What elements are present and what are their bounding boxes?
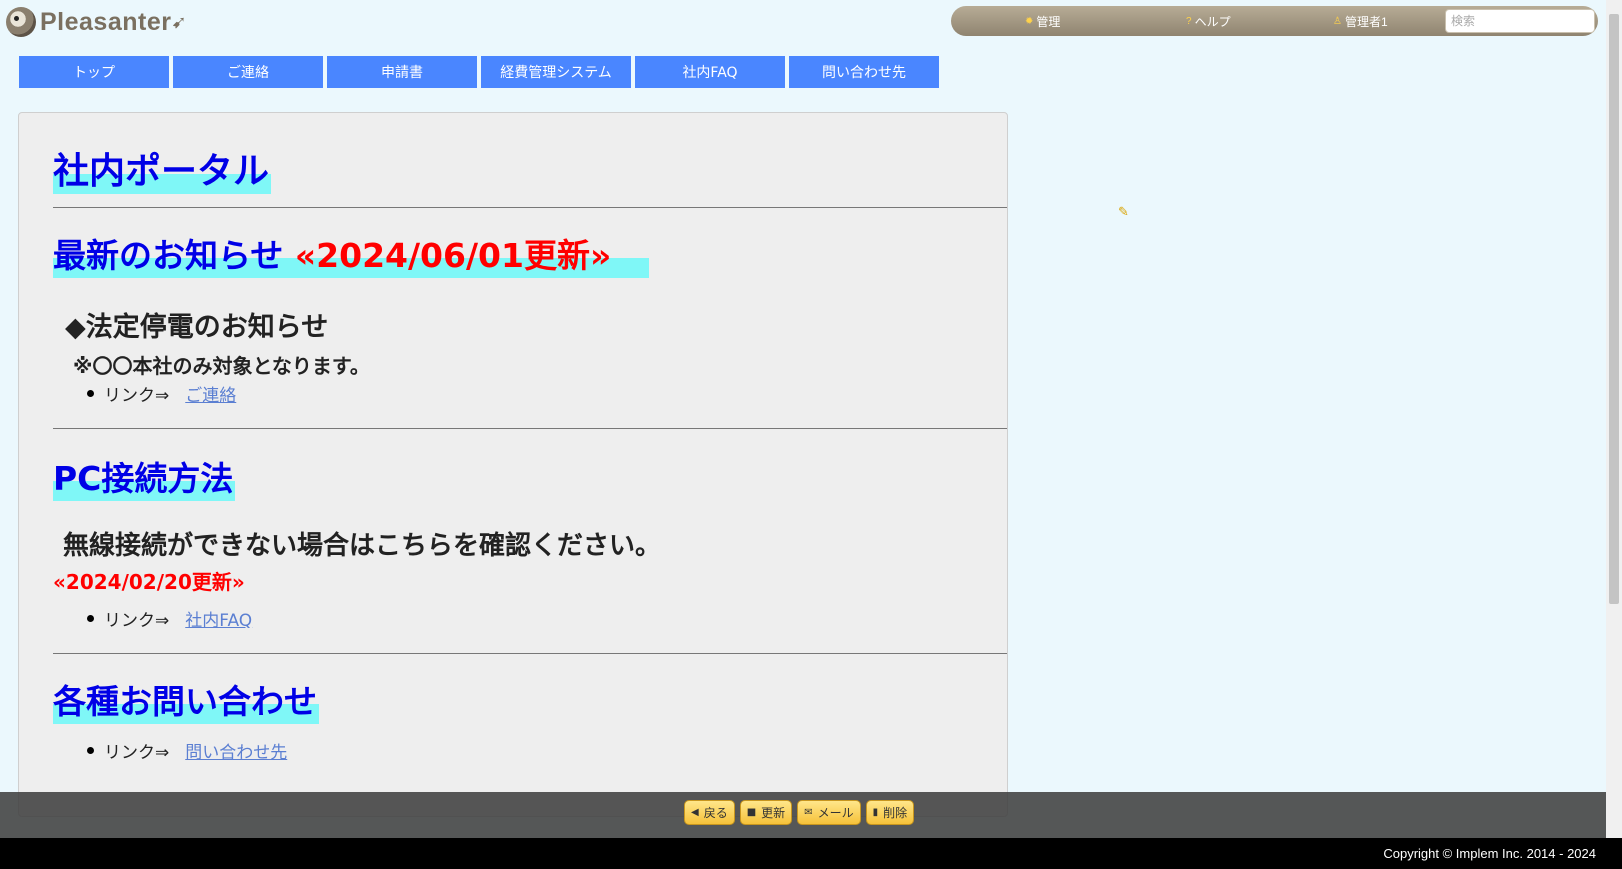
- user-menu[interactable]: ♙ 管理者1: [1333, 13, 1388, 30]
- menu-item-expense-system[interactable]: 経費管理システム: [481, 56, 631, 88]
- list-item: リンク⇒ 社内FAQ: [87, 606, 252, 631]
- news-note: ※〇〇本社のみ対象となります。: [73, 354, 370, 378]
- back-label: 戻る: [703, 806, 728, 820]
- list-item: リンク⇒ ご連絡: [87, 381, 236, 406]
- mail-icon: ✉: [804, 807, 813, 818]
- user-icon: ♙: [1333, 16, 1342, 27]
- trash-icon: ▮: [872, 807, 879, 818]
- logo-text: Pleasanter: [40, 7, 172, 36]
- page-title: 社内ポータル: [53, 150, 272, 194]
- update-button[interactable]: ■ 更新: [739, 800, 793, 825]
- divider: [53, 653, 1007, 654]
- news-heading-text: 最新のお知らせ: [53, 236, 284, 275]
- logo-mascot-icon: [6, 7, 36, 37]
- bullet-icon: [87, 615, 94, 622]
- mail-button[interactable]: ✉ メール: [797, 800, 861, 825]
- pc-heading: PC接続方法: [53, 457, 236, 501]
- link-prefix: リンク⇒: [104, 743, 170, 763]
- delete-label: 削除: [883, 806, 908, 820]
- menu-item-contact[interactable]: 問い合わせ先: [789, 56, 939, 88]
- content-panel: 社内ポータル 最新のお知らせ «2024/06/01更新» ◆法定停電のお知らせ…: [18, 112, 1008, 817]
- news-update-date: «2024/06/01更新»: [294, 236, 612, 275]
- bullet-icon: [87, 390, 94, 397]
- contact-heading: 各種お問い合わせ: [53, 680, 319, 724]
- edit-pencil-icon[interactable]: ✎: [1118, 205, 1129, 220]
- divider: [53, 207, 1007, 208]
- divider: [53, 428, 1007, 429]
- save-icon: ■: [746, 807, 757, 818]
- copyright-text: Copyright © Implem Inc. 2014 - 2024: [1383, 846, 1596, 861]
- faq-link[interactable]: 社内FAQ: [185, 606, 252, 631]
- question-icon: ?: [1186, 16, 1192, 27]
- main-menu: トップ ご連絡 申請書 経費管理システム 社内FAQ 問い合わせ先: [19, 56, 939, 88]
- link-prefix: リンク⇒: [104, 611, 170, 631]
- bullet-icon: [87, 747, 94, 754]
- update-label: 更新: [761, 806, 786, 820]
- news-heading: 最新のお知らせ «2024/06/01更新»: [53, 234, 650, 278]
- logo[interactable]: Pleasanter ➹: [6, 6, 187, 38]
- scrollbar[interactable]: [1606, 0, 1622, 838]
- footer: Copyright © Implem Inc. 2014 - 2024: [0, 838, 1622, 869]
- news-item-title: ◆法定停電のお知らせ: [65, 312, 329, 343]
- logo-tail-icon: ➹: [171, 11, 187, 33]
- menu-item-notice[interactable]: ご連絡: [173, 56, 323, 88]
- delete-button[interactable]: ▮ 削除: [865, 800, 915, 825]
- action-bar: ◀ 戻る ■ 更新 ✉ メール ▮ 削除: [0, 792, 1606, 838]
- admin-menu[interactable]: ✹ 管理: [1025, 13, 1060, 30]
- help-menu[interactable]: ? ヘルプ: [1186, 13, 1231, 30]
- notice-link[interactable]: ご連絡: [185, 381, 236, 406]
- admin-label: 管理: [1036, 15, 1061, 29]
- contact-link[interactable]: 問い合わせ先: [185, 738, 287, 763]
- pc-text: 無線接続ができない場合はこちらを確認ください。: [63, 531, 662, 561]
- top-navigation: ✹ 管理 ? ヘルプ ♙ 管理者1: [951, 6, 1598, 36]
- search-input[interactable]: [1445, 9, 1595, 33]
- gear-icon: ✹: [1025, 16, 1034, 27]
- scrollbar-thumb[interactable]: [1609, 14, 1619, 604]
- list-item: リンク⇒ 問い合わせ先: [87, 738, 287, 763]
- help-label: ヘルプ: [1194, 15, 1231, 29]
- mail-label: メール: [817, 806, 854, 820]
- back-button[interactable]: ◀ 戻る: [684, 800, 735, 825]
- menu-item-application[interactable]: 申請書: [327, 56, 477, 88]
- menu-item-top[interactable]: トップ: [19, 56, 169, 88]
- menu-item-faq[interactable]: 社内FAQ: [635, 56, 785, 88]
- link-prefix: リンク⇒: [104, 386, 170, 406]
- back-arrow-icon: ◀: [691, 807, 699, 818]
- pc-update-date: «2024/02/20更新»: [53, 570, 245, 594]
- user-label: 管理者1: [1344, 15, 1388, 29]
